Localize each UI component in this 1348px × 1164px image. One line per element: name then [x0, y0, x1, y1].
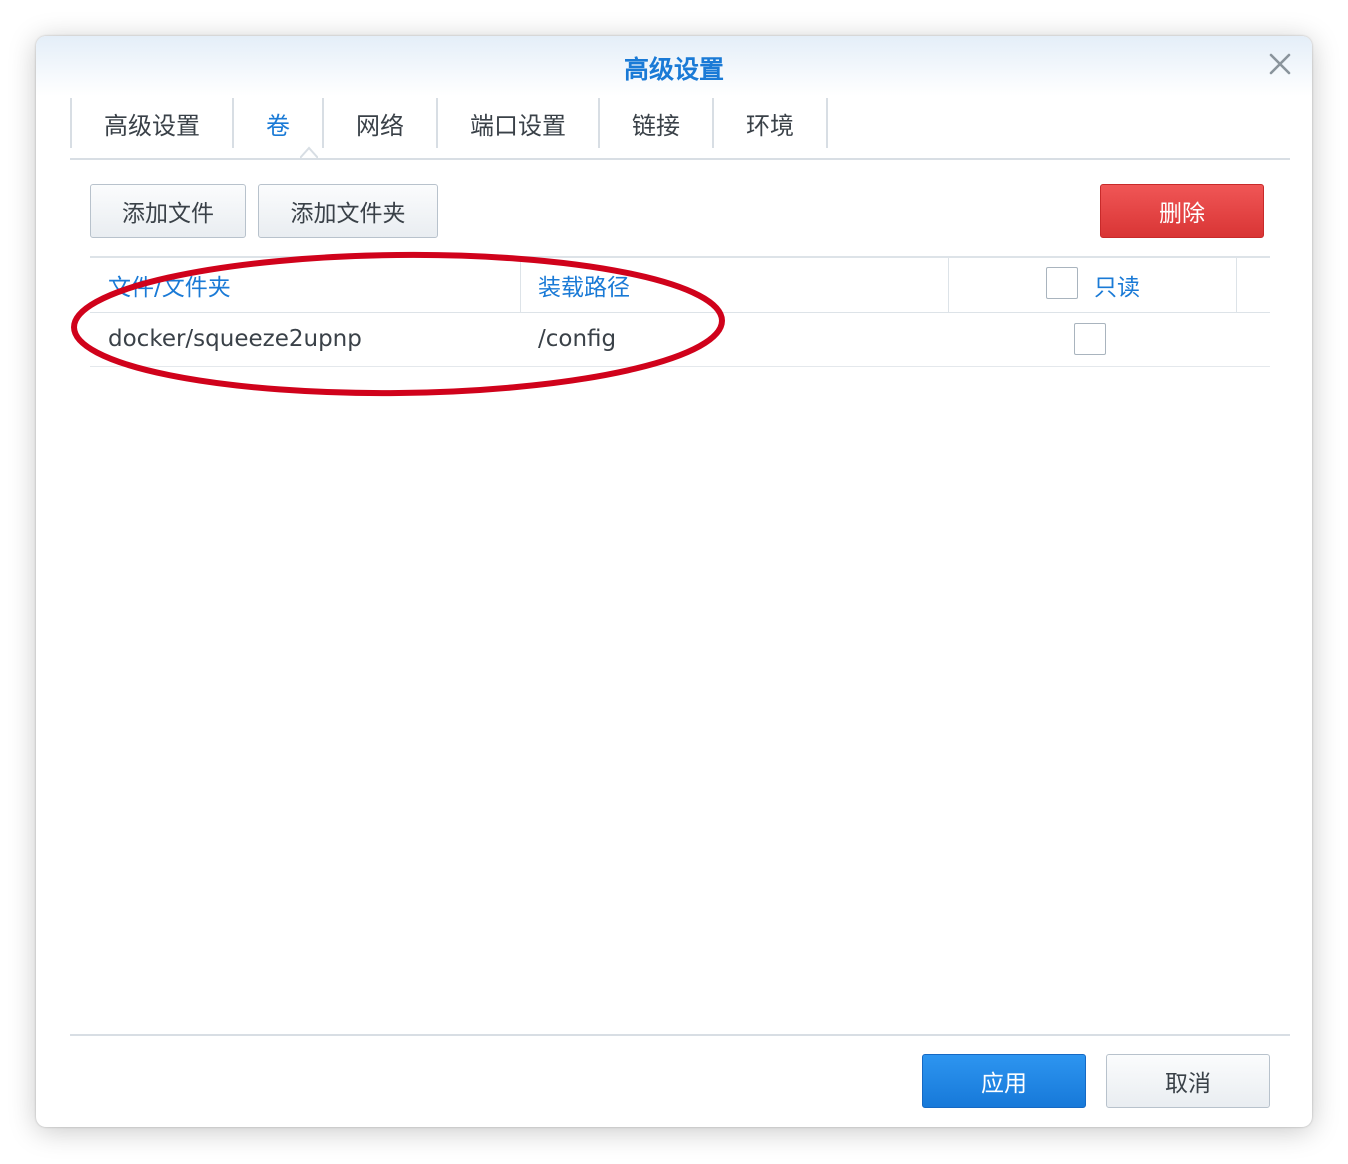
dialog-title: 高级设置	[623, 55, 724, 84]
tab-label: 卷	[266, 111, 290, 140]
add-folder-label: 添加文件夹	[290, 201, 406, 227]
column-header-mount-path[interactable]: 装载路径	[538, 258, 630, 312]
cell-mount-path: /config	[538, 326, 617, 352]
table-row[interactable]: docker/squeeze2upnp /config	[90, 312, 1270, 367]
tab-environment[interactable]: 环境	[712, 98, 828, 148]
delete-button[interactable]: 删除	[1100, 184, 1264, 238]
tab-label: 环境	[746, 111, 794, 140]
column-divider[interactable]	[1236, 258, 1237, 312]
column-divider[interactable]	[948, 258, 949, 312]
active-tab-caret-icon	[300, 146, 318, 158]
tab-network[interactable]: 网络	[322, 98, 436, 148]
add-file-button[interactable]: 添加文件	[90, 184, 246, 238]
tab-label: 网络	[356, 111, 404, 140]
tab-label: 高级设置	[104, 111, 200, 140]
tab-volume[interactable]: 卷	[232, 98, 322, 148]
tab-label: 链接	[632, 111, 680, 140]
add-file-label: 添加文件	[122, 201, 214, 227]
cell-file-folder: docker/squeeze2upnp	[108, 326, 362, 352]
read-only-select-all-checkbox[interactable]	[1046, 267, 1078, 299]
table-header: 文件/文件夹 装载路径 只读	[90, 256, 1270, 313]
tab-port-settings[interactable]: 端口设置	[436, 98, 598, 148]
cancel-button[interactable]: 取消	[1106, 1054, 1270, 1108]
advanced-settings-dialog: 高级设置 高级设置 卷 网络 端口设置 链接 环境 添加文件 添加文件夹 删除 …	[36, 36, 1312, 1127]
title-bar: 高级设置	[36, 36, 1312, 96]
close-button[interactable]	[1266, 50, 1294, 78]
apply-button[interactable]: 应用	[922, 1054, 1086, 1108]
tab-advanced-settings[interactable]: 高级设置	[70, 98, 232, 148]
apply-label: 应用	[981, 1071, 1027, 1097]
column-header-read-only[interactable]: 只读	[1094, 258, 1140, 312]
tab-label: 端口设置	[470, 111, 566, 140]
column-divider[interactable]	[520, 258, 521, 312]
footer-divider	[70, 1034, 1290, 1036]
add-folder-button[interactable]: 添加文件夹	[258, 184, 438, 238]
cancel-label: 取消	[1165, 1071, 1211, 1097]
delete-label: 删除	[1159, 201, 1205, 227]
tab-bar: 高级设置 卷 网络 端口设置 链接 环境	[70, 96, 1290, 160]
tab-links[interactable]: 链接	[598, 98, 712, 148]
close-icon	[1269, 53, 1291, 75]
read-only-checkbox[interactable]	[1074, 323, 1106, 355]
column-header-file-folder[interactable]: 文件/文件夹	[108, 258, 231, 312]
